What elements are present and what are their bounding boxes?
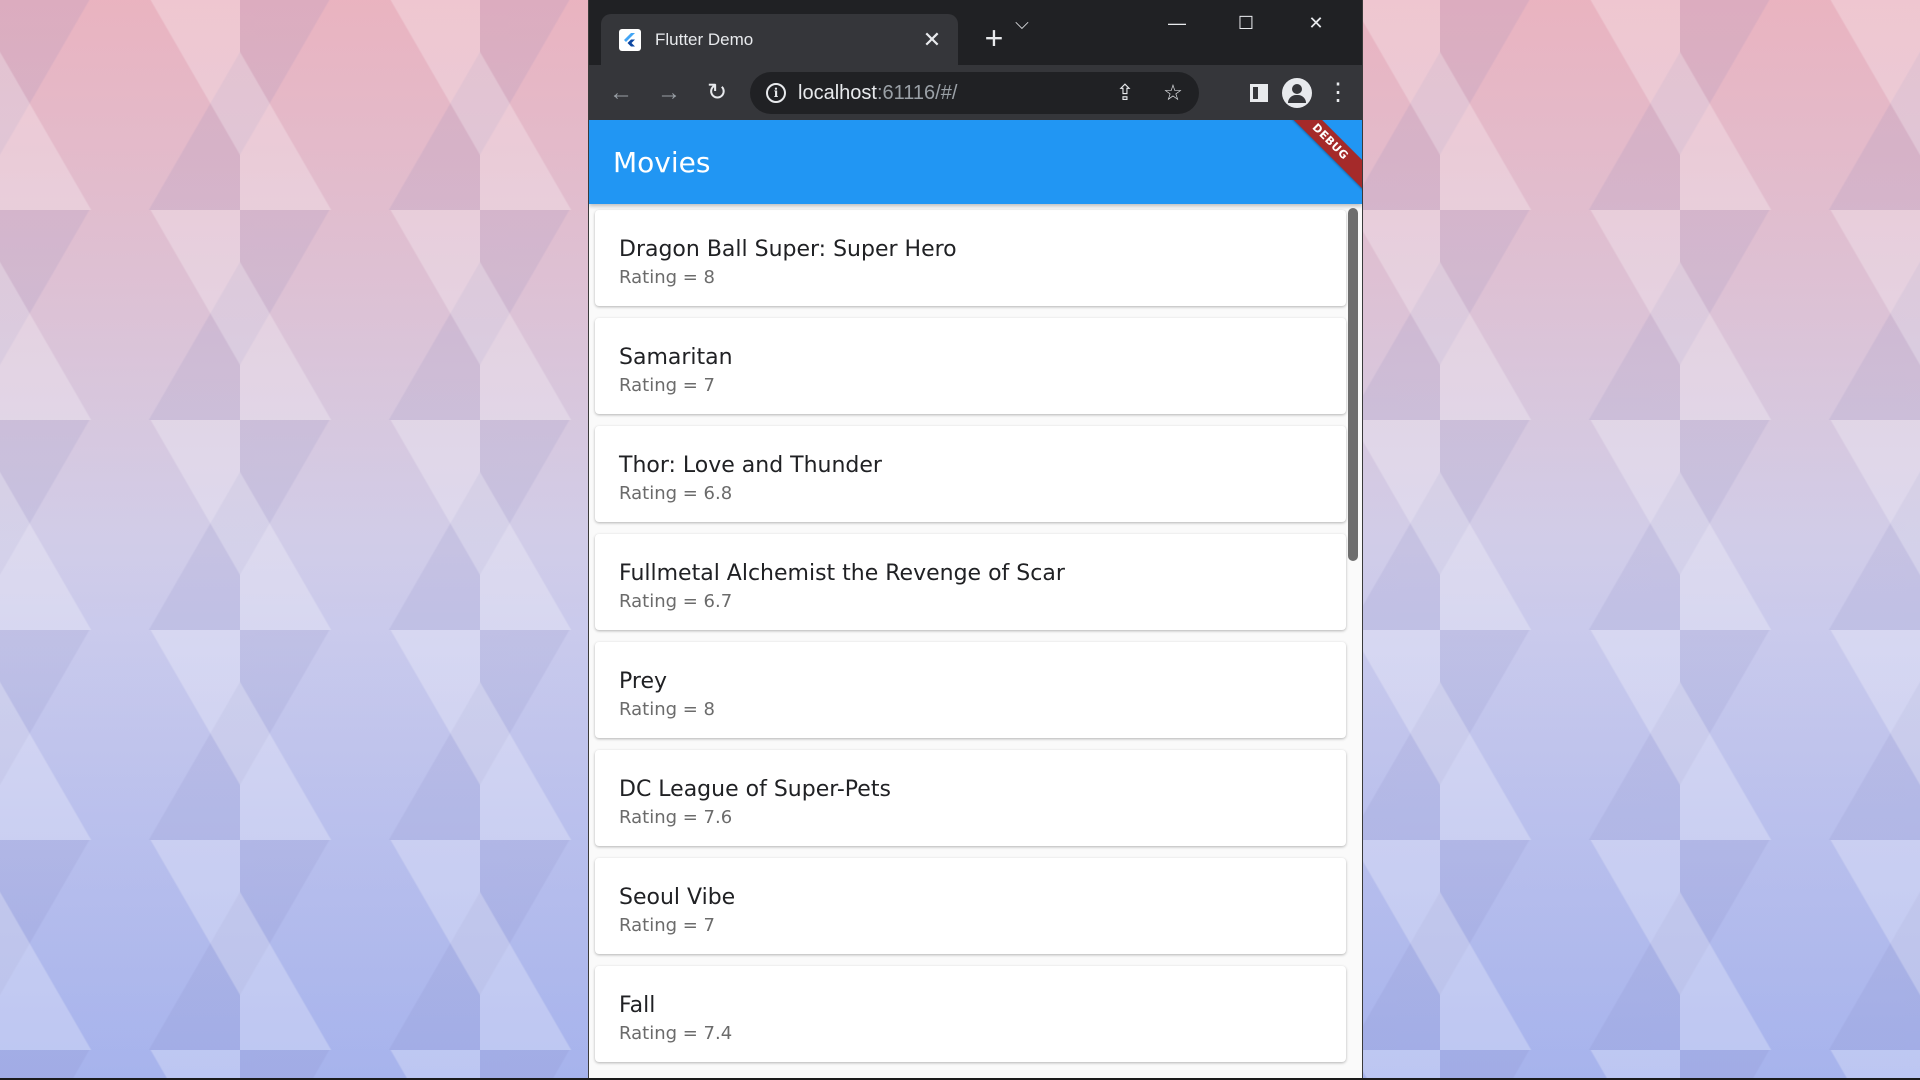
page-title: Movies (613, 146, 711, 179)
movie-rating: Rating = 6.8 (619, 483, 733, 504)
movie-title: Dragon Ball Super: Super Hero (619, 237, 957, 262)
movie-rating: Rating = 7.6 (619, 807, 733, 828)
browser-toolbar: ← → ↻ i localhost:61116/#/ ⇪ ☆ ⋮ (589, 65, 1362, 120)
movie-card[interactable]: Seoul Vibe Rating = 7 (595, 858, 1346, 954)
tab-search-icon[interactable]: ⌵ (999, 8, 1045, 38)
movie-title: DC League of Super-Pets (619, 777, 891, 802)
reload-button[interactable]: ↻ (697, 73, 737, 113)
movie-rating: Rating = 6.7 (619, 591, 733, 612)
movie-card[interactable]: DC League of Super-Pets Rating = 7.6 (595, 750, 1346, 846)
movie-list[interactable]: Dragon Ball Super: Super Hero Rating = 8… (589, 204, 1352, 1080)
profile-avatar-icon[interactable] (1282, 77, 1312, 108)
movie-title: Samaritan (619, 345, 733, 370)
movie-title: Thor: Love and Thunder (619, 453, 882, 478)
maximize-button[interactable]: ☐ (1223, 8, 1269, 38)
scrollbar-thumb[interactable] (1348, 208, 1358, 561)
browser-window: Flutter Demo ✕ + ⌵ — ☐ ✕ ← → ↻ i localho… (589, 0, 1362, 1080)
close-window-button[interactable]: ✕ (1293, 8, 1339, 38)
movie-rating: Rating = 7 (619, 915, 716, 936)
movie-rating: Rating = 7 (619, 375, 716, 396)
movie-card[interactable]: Prey Rating = 8 (595, 642, 1346, 738)
movie-title: Prey (619, 669, 667, 694)
flutter-app: Movies DEBUG Dragon Ball Super: Super He… (589, 120, 1362, 1080)
movie-card[interactable]: Fullmetal Alchemist the Revenge of Scar … (595, 534, 1346, 630)
movie-title: Seoul Vibe (619, 885, 736, 910)
tab-close-icon[interactable]: ✕ (920, 27, 944, 52)
movie-card[interactable]: Dragon Ball Super: Super Hero Rating = 8 (595, 210, 1346, 306)
app-bar: Movies DEBUG (589, 120, 1362, 204)
movie-rating: Rating = 7.4 (619, 1023, 733, 1044)
share-icon[interactable]: ⇪ (1107, 80, 1143, 106)
side-panel-icon[interactable] (1250, 83, 1268, 102)
tab-title: Flutter Demo (655, 29, 754, 49)
site-info-icon[interactable]: i (766, 83, 786, 103)
forward-button[interactable]: → (649, 73, 689, 113)
movie-card[interactable]: Samaritan Rating = 7 (595, 318, 1346, 414)
movie-card[interactable]: Fall Rating = 7.4 (595, 966, 1346, 1062)
title-bar: Flutter Demo ✕ + ⌵ — ☐ ✕ (589, 0, 1362, 65)
url-path: :61116/#/ (876, 81, 958, 104)
menu-kebab-icon[interactable]: ⋮ (1326, 80, 1350, 105)
debug-banner: DEBUG (1280, 120, 1362, 192)
movie-card[interactable]: Thor: Love and Thunder Rating = 6.8 (595, 426, 1346, 522)
flutter-logo-icon (619, 28, 641, 51)
tab-flutter-demo[interactable]: Flutter Demo ✕ (601, 14, 958, 65)
minimize-button[interactable]: — (1154, 8, 1200, 38)
back-button[interactable]: ← (601, 73, 641, 113)
movie-title: Fullmetal Alchemist the Revenge of Scar (619, 561, 1065, 586)
address-bar[interactable]: i localhost:61116/#/ ⇪ ☆ (750, 72, 1199, 114)
bookmark-star-icon[interactable]: ☆ (1155, 80, 1191, 106)
url-host: localhost (798, 81, 877, 104)
movie-rating: Rating = 8 (619, 699, 716, 720)
movie-rating: Rating = 8 (619, 267, 716, 288)
movie-title: Fall (619, 993, 656, 1018)
